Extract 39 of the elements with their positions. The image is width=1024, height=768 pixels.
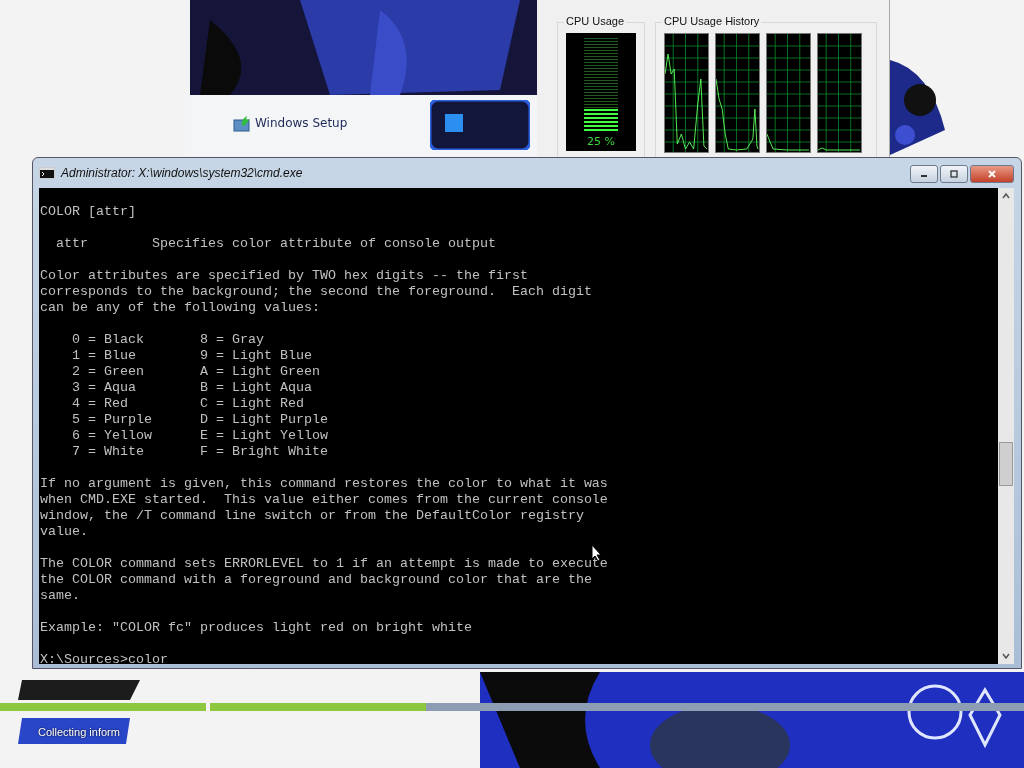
console-line: 1 = Blue 9 = Light Blue	[71, 348, 313, 364]
console-line: when CMD.EXE started. This value either comes from the current console	[40, 492, 609, 508]
console-line: COLOR [attr]	[40, 204, 137, 220]
console-line: the COLOR command with a foreground and background color that are the	[40, 572, 593, 588]
console-line: window, the /T command line switch or from the DefaultColor registry	[40, 508, 585, 524]
console-line: 5 = Purple D = Light Purple	[71, 412, 329, 428]
console-line: 4 = Red C = Light Red	[71, 396, 305, 412]
scroll-down-icon[interactable]	[1001, 651, 1011, 661]
maximize-button[interactable]	[940, 165, 968, 183]
console-line: X:\Sources>color	[40, 652, 169, 664]
status-text: Collecting inform	[38, 726, 120, 738]
console-line: can be any of the following values:	[40, 300, 321, 316]
console-line: 2 = Green A = Light Green	[71, 364, 321, 380]
console-line: 0 = Black 8 = Gray	[71, 332, 265, 348]
console-line: If no argument is given, this command restores the color to what it was	[40, 476, 609, 492]
setup-icon	[233, 114, 251, 132]
minimize-button[interactable]	[910, 165, 938, 183]
console-line: 3 = Aqua B = Light Aqua	[71, 380, 313, 396]
console-line: attr Specifies color attribute of console output	[55, 236, 497, 252]
console-line: value.	[40, 524, 89, 540]
window-title: Administrator: X:\windows\system32\cmd.exe	[61, 166, 304, 180]
cpu-reading: 25 %	[587, 135, 615, 148]
console-line: The COLOR command sets ERRORLEVEL to 1 if an attempt is made to execute	[40, 556, 609, 572]
console-icon	[39, 167, 55, 179]
scroll-up-icon[interactable]	[1001, 191, 1011, 201]
console-line: 7 = White F = Bright White	[71, 444, 329, 460]
maximize-icon	[949, 170, 959, 178]
window-title: Windows Setup	[255, 116, 348, 130]
console-line: Example: "COLOR fc" produces light red on bright white	[40, 620, 473, 636]
close-icon	[987, 170, 997, 178]
group-label: CPU Usage History	[662, 15, 762, 27]
scroll-thumb[interactable]	[999, 442, 1013, 486]
console-line: corresponds to the background; the second the foreground. Each digit	[40, 284, 593, 300]
console-line: 6 = Yellow E = Light Yellow	[71, 428, 329, 444]
close-button[interactable]	[970, 165, 1014, 183]
scrollbar[interactable]	[998, 188, 1014, 664]
console-line: same.	[40, 588, 81, 604]
console-line: Color attributes are specified by TWO hex digits -- the first	[40, 268, 529, 284]
group-label: CPU Usage	[564, 15, 627, 27]
